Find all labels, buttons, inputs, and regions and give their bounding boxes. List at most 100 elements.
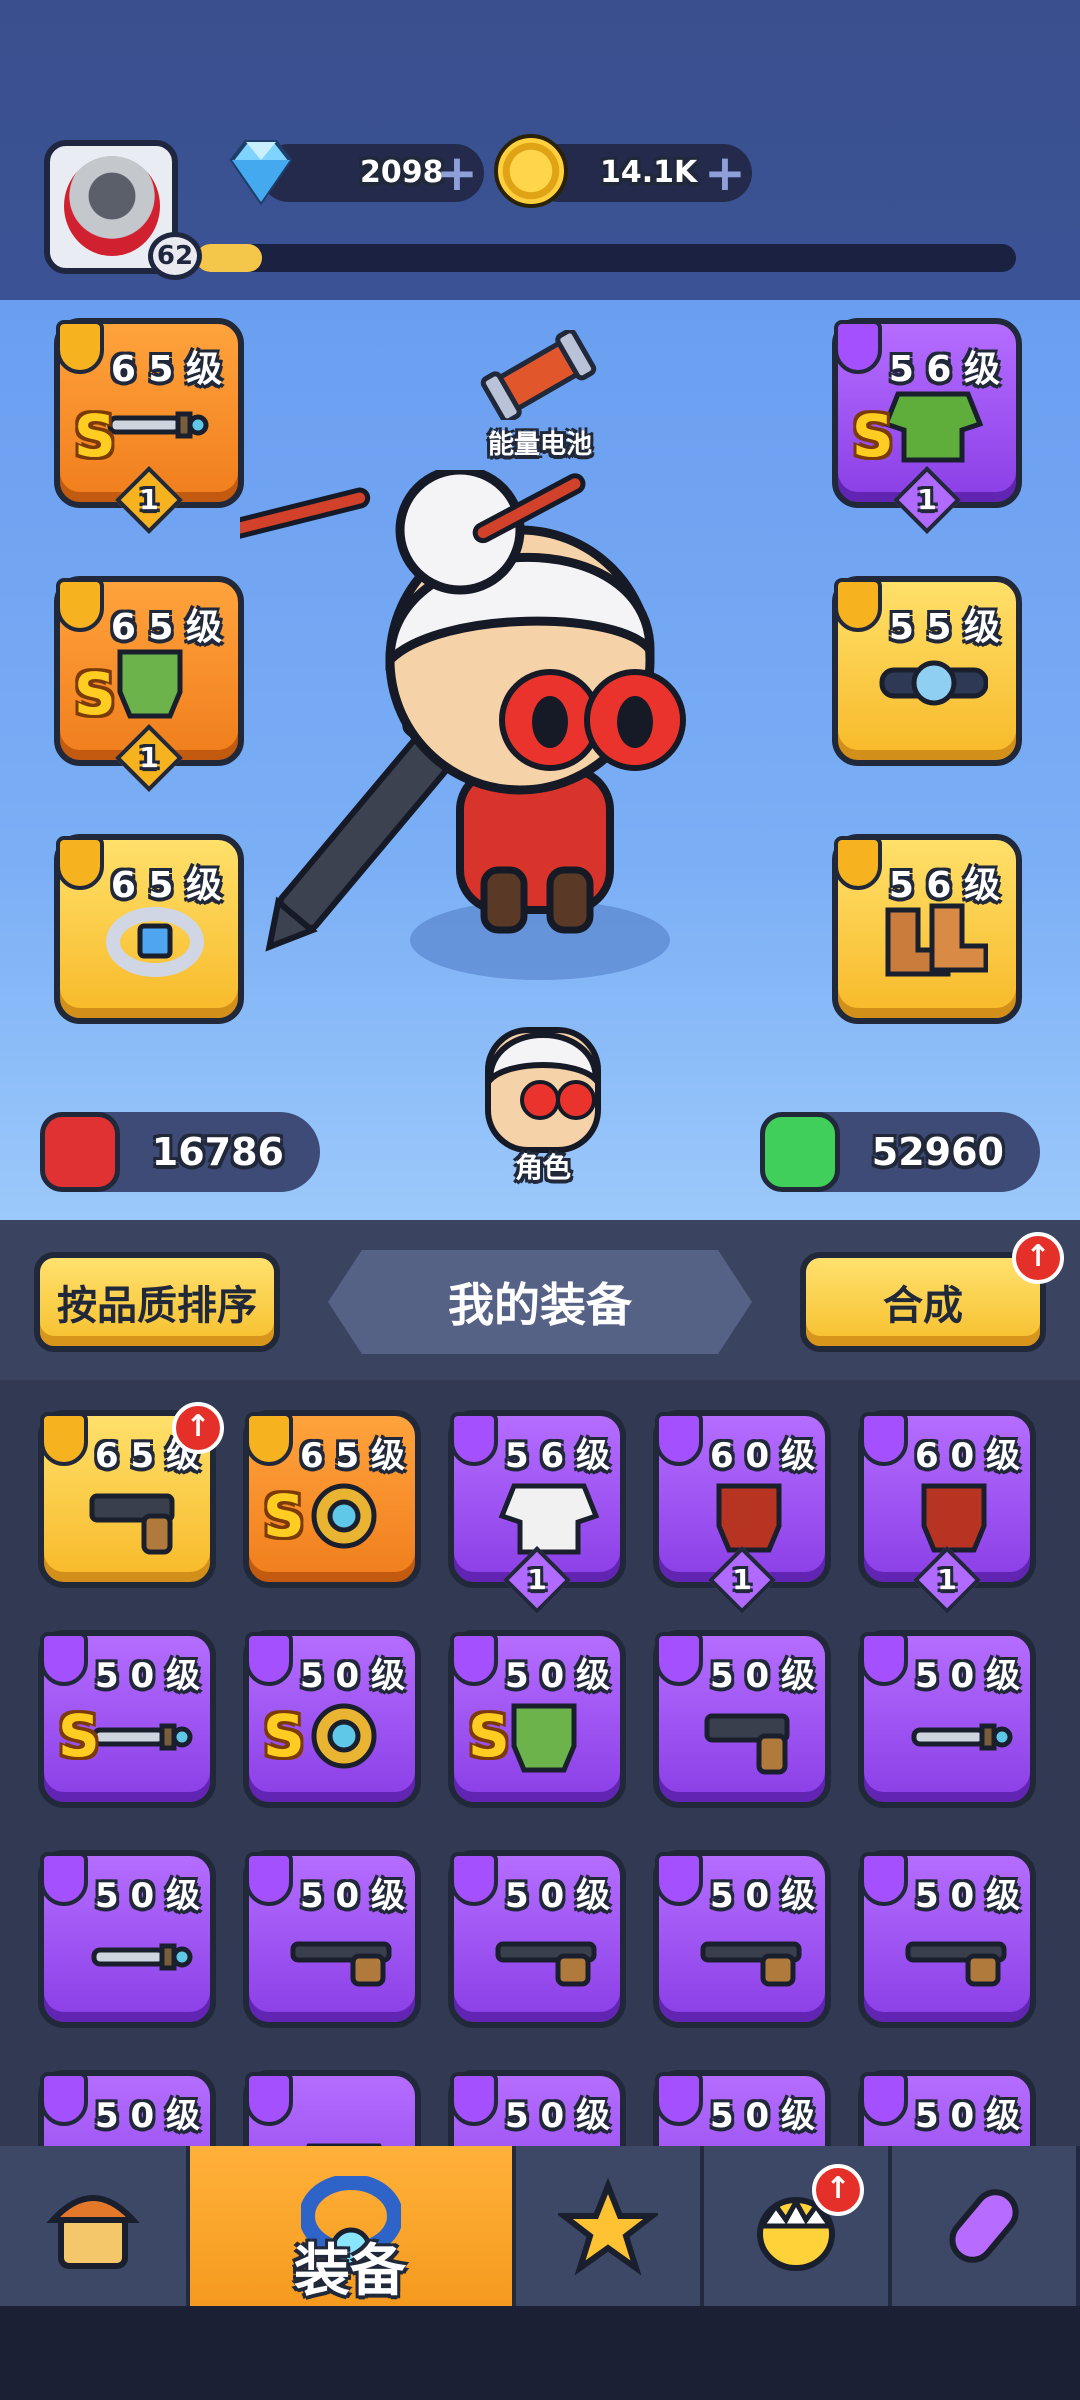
gauntlet-icon	[117, 649, 183, 719]
item-level: 5 6 级	[888, 865, 1000, 906]
inventory-item[interactable]: 5 0 级	[653, 1630, 831, 1808]
inventory-item[interactable]: 5 6 级 1	[448, 1410, 626, 1614]
armor-icon	[882, 391, 984, 463]
inventory-item[interactable]: 6 5 级 ↑	[38, 1402, 224, 1588]
slot-type-icon	[655, 2072, 703, 2126]
nav-tab-capsule[interactable]	[892, 2146, 1080, 2306]
amulet-icon	[311, 1703, 377, 1769]
item-level: 5 0 级	[300, 1876, 405, 1916]
slot-type-icon	[450, 1852, 498, 1906]
attack-value: 16786	[151, 1130, 284, 1174]
upgrade-badge: ↑	[172, 1402, 224, 1454]
nav-tab-star-weapons[interactable]	[516, 2146, 704, 2306]
item-level: 5 0 级	[915, 1656, 1020, 1696]
item-grade: S	[263, 1702, 305, 1770]
item-rank: 1	[139, 741, 159, 774]
boots-slot-icon	[834, 836, 882, 890]
merge-button[interactable]: 合成	[800, 1252, 1046, 1352]
slot-type-icon	[655, 1852, 703, 1906]
gem-count: 2098	[360, 155, 444, 190]
robe-icon	[498, 1483, 600, 1555]
xp-progress-bar	[196, 244, 1016, 272]
slot-type-icon	[245, 1412, 293, 1466]
health-value: 52960	[871, 1130, 1004, 1174]
sword-attack-icon	[40, 1112, 120, 1192]
claw-icon	[921, 1483, 987, 1553]
energy-battery-icon[interactable]	[478, 330, 598, 420]
coin-count: 14.1K	[600, 155, 698, 190]
item-level: 5 0 级	[505, 2096, 610, 2136]
add-gems-button[interactable]: +	[436, 148, 478, 198]
item-level: 5 0 级	[710, 1656, 815, 1696]
item-level: 5 0 级	[95, 1656, 200, 1696]
slot-type-icon	[450, 1412, 498, 1466]
item-level: 6 0 级	[915, 1436, 1020, 1476]
inventory-item[interactable]: 5 0 级	[858, 1630, 1036, 1808]
claw-icon	[716, 1483, 782, 1553]
equipped-slot-left[interactable]: 6 5 级 S1	[54, 576, 244, 792]
inventory-item[interactable]: 5 0 级	[38, 1850, 216, 2028]
item-level: 6 5 级	[110, 865, 222, 906]
equipped-slot-right[interactable]: 5 6 级 S1	[832, 318, 1022, 534]
astronaut-helmet-icon	[64, 156, 160, 256]
equipped-slot-left[interactable]: 6 5 级	[54, 834, 244, 1024]
item-level: 5 0 级	[95, 2096, 200, 2136]
item-level: 5 6 级	[505, 1436, 610, 1476]
nav-tab-pet-egg[interactable]: ↑	[704, 2146, 892, 2306]
inventory-item[interactable]: 6 5 级 S	[243, 1410, 421, 1588]
shotgun-icon	[700, 1941, 802, 1987]
item-grade: S	[58, 1702, 100, 1770]
equipped-slot-right[interactable]: 5 6 级	[832, 834, 1022, 1024]
inventory-item[interactable]: 6 0 级 1	[858, 1410, 1036, 1614]
capsule-icon	[949, 2189, 1019, 2263]
inventory-item[interactable]: 5 0 级	[858, 1850, 1036, 2028]
item-level: 6 0 级	[710, 1436, 815, 1476]
health-stat: 52960	[760, 1112, 1040, 1192]
slot-type-icon	[245, 1852, 293, 1906]
inventory-item[interactable]: 5 0 级 S	[243, 1630, 421, 1808]
weapon-slot-icon	[56, 320, 104, 374]
character-tab-label: 角色	[514, 1151, 571, 1184]
add-coins-button[interactable]: +	[704, 148, 746, 198]
item-level: 5 0 级	[95, 1876, 200, 1916]
item-level: 5 5 级	[888, 607, 1000, 648]
star-weapons-icon	[558, 2177, 658, 2276]
boots-icon	[885, 903, 988, 977]
nav-upgrade-badge: ↑	[812, 2164, 864, 2216]
inventory-item[interactable]: 5 0 级	[448, 1850, 626, 2028]
belt-slot-icon	[834, 578, 882, 632]
item-grade: S	[74, 660, 116, 728]
inventory-title: 我的装备	[328, 1250, 752, 1354]
slot-type-icon	[245, 2072, 293, 2126]
slot-type-icon	[450, 2072, 498, 2126]
slot-type-icon	[860, 1412, 908, 1466]
sort-by-quality-button[interactable]: 按品质排序	[34, 1252, 280, 1352]
item-grade: S	[852, 402, 894, 470]
nav-tab-shop[interactable]	[0, 2146, 190, 2306]
inventory-item[interactable]: 6 0 级 1	[653, 1410, 831, 1614]
equipped-slot-right[interactable]: 5 5 级	[832, 576, 1022, 766]
inventory-item[interactable]: 5 0 级	[243, 1850, 421, 2028]
slot-type-icon	[655, 1412, 703, 1466]
coin-icon	[494, 134, 568, 208]
item-grade: S	[263, 1482, 305, 1550]
slot-type-icon	[40, 1412, 88, 1466]
slot-type-icon	[860, 1632, 908, 1686]
inventory-item[interactable]: 5 0 级	[653, 1850, 831, 2028]
slot-type-icon	[40, 2072, 88, 2126]
slot-type-icon	[245, 1632, 293, 1686]
knife-icon	[911, 1723, 1013, 1751]
dagger-icon	[91, 1723, 193, 1751]
slot-type-icon	[655, 1632, 703, 1686]
inventory-item[interactable]: 5 0 级 S	[38, 1630, 216, 1808]
equipped-slot-left[interactable]: 6 5 级 S1	[54, 318, 244, 534]
knife-icon	[91, 1943, 193, 1971]
energy-battery-label: 能量电池	[487, 430, 592, 460]
pistol-icon	[89, 1493, 175, 1555]
item-grade: S	[468, 1702, 510, 1770]
inventory-item[interactable]: 5 0 级 S	[448, 1630, 626, 1808]
armor-slot-icon	[834, 320, 882, 374]
item-level: 5 0 级	[300, 1656, 405, 1696]
merge-upgrade-badge: ↑	[1012, 1232, 1064, 1284]
crossbow-icon	[290, 1941, 392, 1987]
